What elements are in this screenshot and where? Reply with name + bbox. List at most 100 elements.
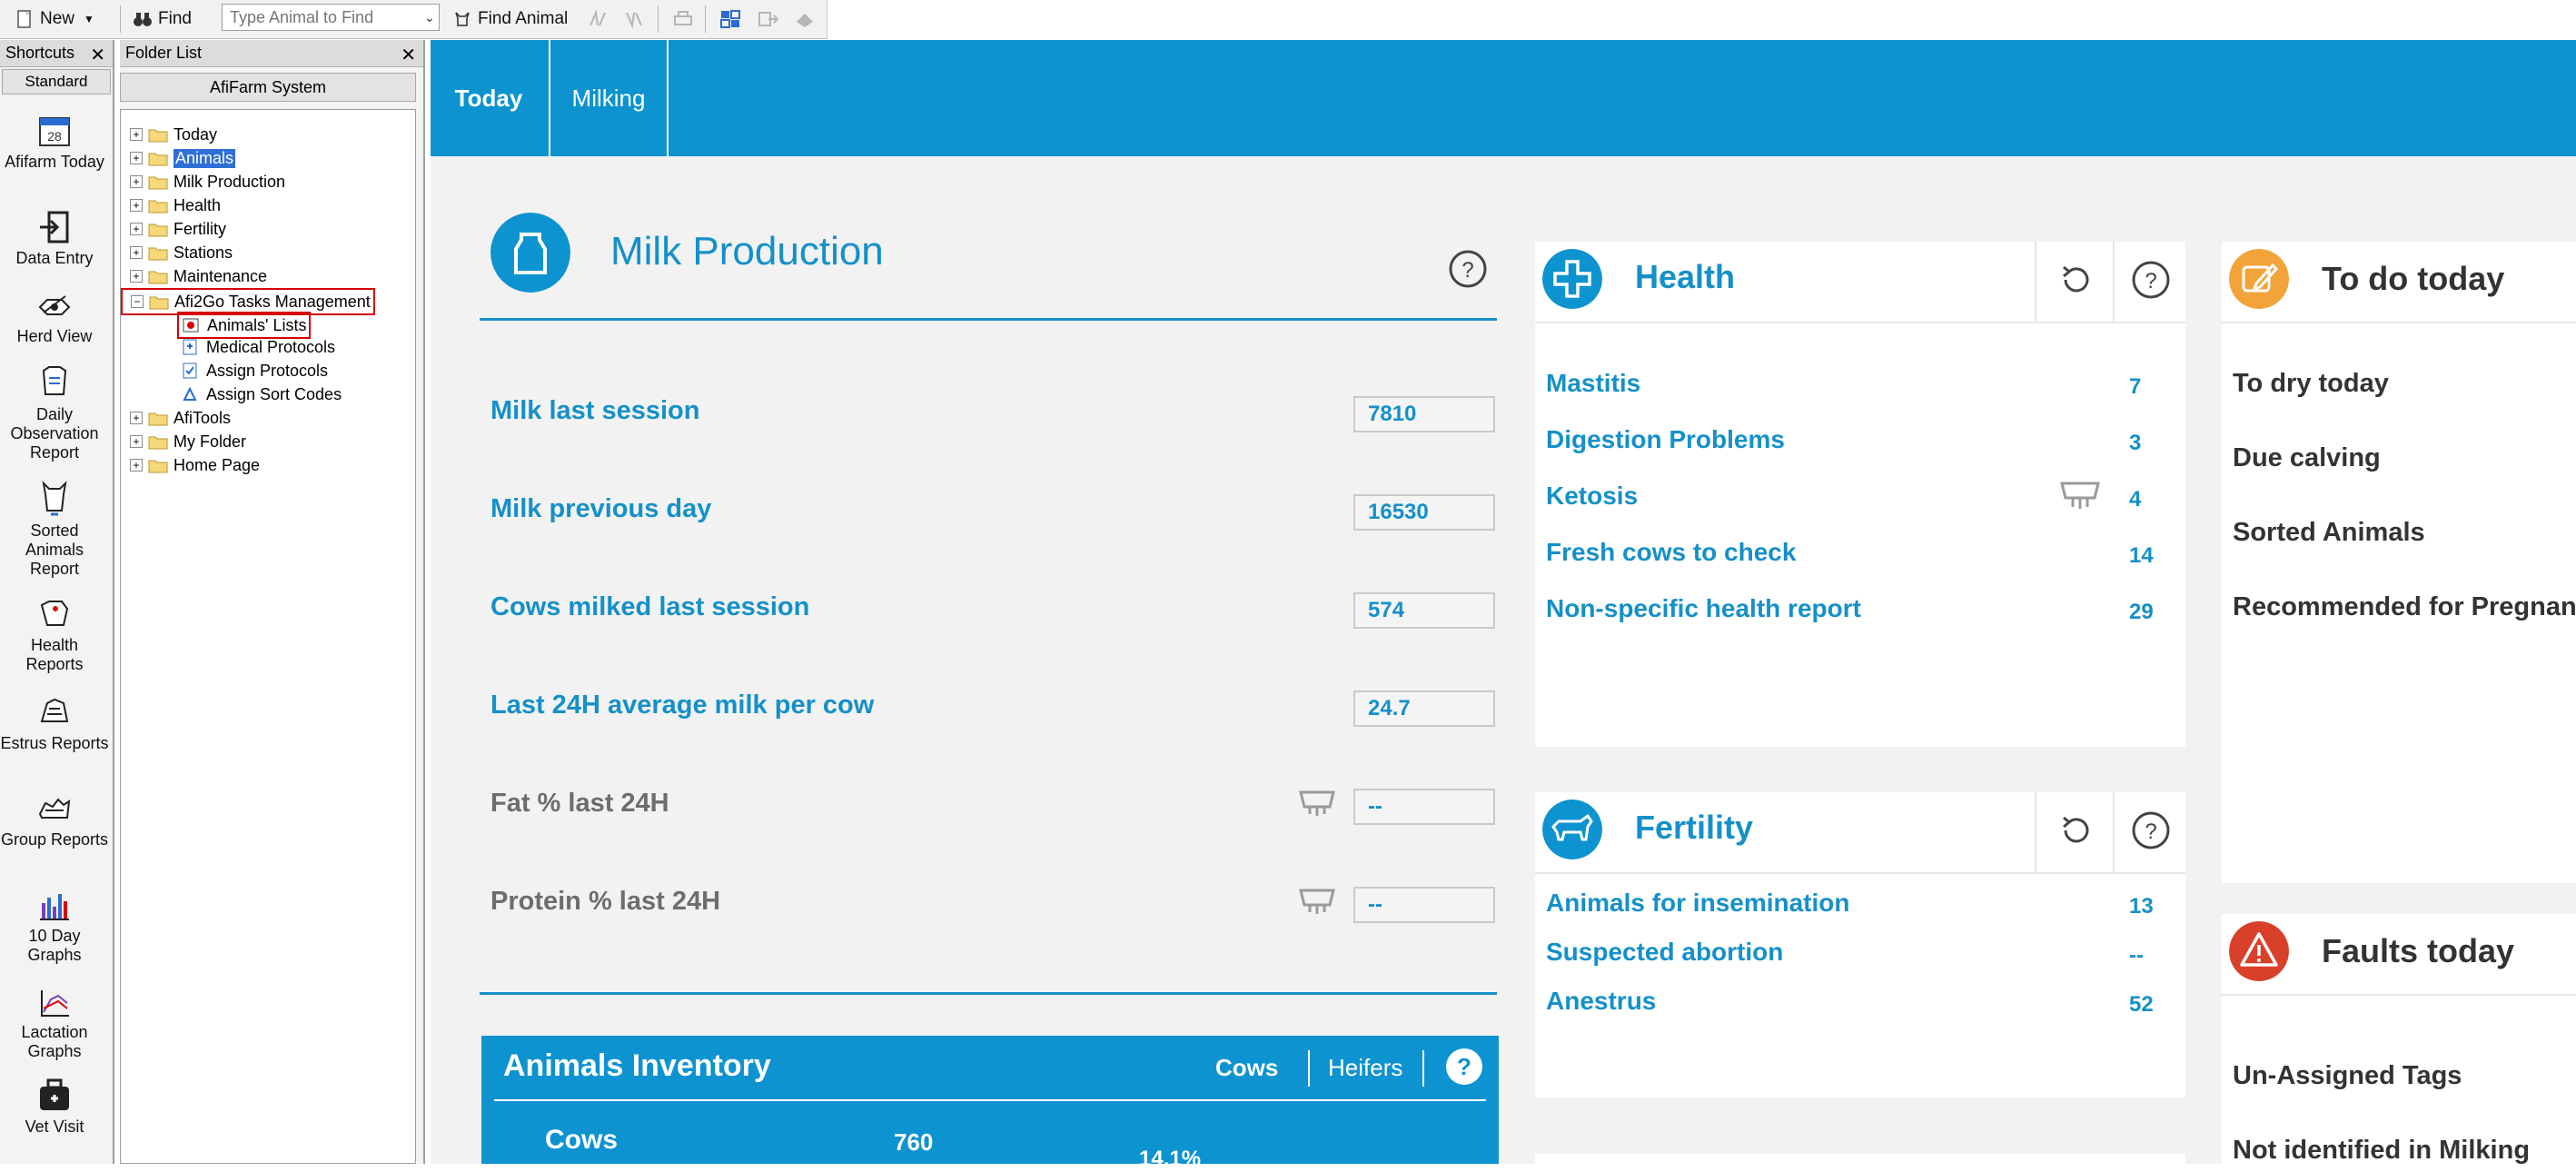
stamp-icon[interactable] [794,9,816,29]
open-folder-icon [149,296,169,309]
shortcut-10-day-graphs[interactable]: 10 Day Graphs [0,890,109,965]
tree-item-assign-sort-codes[interactable]: Assign Sort Codes [181,382,342,406]
help-icon[interactable]: ? [2131,260,2171,300]
tree-item-health[interactable]: + Health [130,194,221,217]
todo-row-dry[interactable]: To dry today [2233,369,2389,399]
health-value[interactable]: 7 [2129,374,2141,400]
shortcut-sorted-animals[interactable]: Sorted Animals Report [0,480,109,579]
tree-item-milk-production[interactable]: + Milk Production [130,170,285,194]
tab-milking[interactable]: Milking [550,40,667,156]
tree-item-medical-protocols[interactable]: Medical Protocols [181,335,335,359]
expand-icon[interactable]: + [130,152,143,164]
tree-item-my-folder[interactable]: + My Folder [130,430,246,453]
previous-animal-icon[interactable] [587,9,609,29]
expand-icon[interactable]: + [130,270,143,283]
shortcut-lactation-graphs[interactable]: Lactation Graphs [0,987,109,1061]
expand-icon[interactable]: + [130,199,143,212]
tree-item-maintenance[interactable]: + Maintenance [130,264,267,288]
folder-icon [148,460,168,472]
tree-item-fertility[interactable]: + Fertility [130,217,226,241]
health-row-fresh-cows[interactable]: Fresh cows to check [1546,538,1796,567]
chevron-down-icon[interactable]: ▼ [84,13,94,25]
header-divider [2035,792,2036,872]
health-value[interactable]: 4 [2129,487,2141,512]
shortcut-vet-visit[interactable]: Vet Visit [0,1076,109,1137]
tree-item-label: Afi2Go Tasks Management [174,292,371,311]
fertility-row-anestrus[interactable]: Anestrus [1546,987,1656,1016]
shortcut-herd-view[interactable]: Herd View [0,287,109,346]
close-icon[interactable]: ✕ [401,44,416,66]
tab-label: Today [454,84,523,112]
animal-search-input[interactable] [222,4,440,31]
inventory-tab-cows[interactable]: Cows [1215,1054,1278,1082]
group-reports-icon [38,798,71,819]
shortcut-daily-observation[interactable]: Daily Observation Report [0,363,109,462]
expand-icon[interactable]: + [130,459,143,472]
health-value[interactable]: 29 [2129,600,2154,625]
fault-row-unassigned-tags[interactable]: Un-Assigned Tags [2233,1061,2462,1091]
new-button[interactable]: New ▼ [15,4,94,35]
tree-item-today[interactable]: + Today [130,123,217,146]
expand-icon[interactable]: + [130,246,143,259]
new-document-icon [17,10,31,28]
tree-item-animals[interactable]: + Animals [130,146,236,170]
health-value[interactable]: 14 [2129,543,2154,569]
health-row-mastitis[interactable]: Mastitis [1546,369,1640,398]
tree-item-assign-protocols[interactable]: Assign Protocols [181,359,328,382]
fertility-value[interactable]: 52 [2129,992,2154,1018]
expand-icon[interactable]: + [130,412,143,424]
fertility-row-abortion[interactable]: Suspected abortion [1546,938,1783,967]
shortcut-data-entry[interactable]: Data Entry [0,209,109,268]
health-row-non-specific[interactable]: Non-specific health report [1546,594,1861,623]
fertility-row-insemination[interactable]: Animals for insemination [1546,889,1850,918]
expand-icon[interactable]: + [130,223,143,235]
shortcut-health-reports[interactable]: Health Reports [0,596,109,674]
next-animal-icon[interactable] [623,9,645,29]
expand-icon[interactable]: + [130,175,143,188]
metric-value: 7810 [1353,396,1495,432]
fertility-value[interactable]: -- [2129,943,2144,968]
shortcut-estrus-reports[interactable]: Estrus Reports [0,694,109,753]
health-row-digestion[interactable]: Digestion Problems [1546,425,1785,454]
fertility-value[interactable]: 13 [2129,894,2154,919]
find-animal-button[interactable]: Find Animal [452,4,568,35]
help-icon[interactable]: ? [1444,1047,1484,1087]
fertility-title: Fertility [1635,809,1754,846]
help-icon[interactable]: ? [2131,810,2171,850]
metric-label: Fat % last 24H [490,789,669,818]
expand-icon[interactable]: + [130,128,143,141]
tree-item-stations[interactable]: + Stations [130,241,233,264]
export-icon[interactable] [758,9,779,29]
todo-row-sorted[interactable]: Sorted Animals [2233,518,2425,548]
group-view-icon[interactable] [719,9,741,29]
shortcut-afifarm-today[interactable]: 28 Afifarm Today [0,113,109,172]
fertility-card: Fertility ? Animals for insemination 13 … [1535,792,2185,1098]
fault-row-not-identified[interactable]: Not identified in Milking [2233,1136,2530,1166]
print-icon[interactable] [672,9,694,29]
collapse-icon[interactable]: − [131,295,144,308]
shortcuts-group-button[interactable]: Standard [2,69,111,94]
health-value[interactable]: 3 [2129,431,2141,456]
medical-cross-icon [1542,249,1602,309]
find-button[interactable]: Find [133,4,192,35]
help-icon[interactable]: ? [1448,249,1488,289]
folder-list-pane: Folder List ✕ AfiFarm System + Today + A… [120,40,425,1164]
todo-row-pregnancy[interactable]: Recommended for Pregnan [2233,592,2576,622]
tab-today[interactable]: Today [431,40,547,156]
folder-root-header[interactable]: AfiFarm System [120,73,416,102]
tree-item-home-page[interactable]: + Home Page [130,453,260,477]
refresh-icon[interactable] [2056,810,2096,850]
todo-row-calving[interactable]: Due calving [2233,443,2381,473]
search-dropdown-chevron-icon[interactable]: ⌄ [420,5,440,30]
health-row-ketosis[interactable]: Ketosis [1546,482,1638,511]
refresh-icon[interactable] [2056,260,2096,300]
expand-icon[interactable]: + [130,435,143,448]
folder-icon [148,247,168,260]
metric-value: -- [1353,887,1495,923]
header-divider [2113,242,2115,322]
shortcut-group-reports[interactable]: Group Reports [0,790,109,849]
tree-item-afitools[interactable]: + AfiTools [130,406,231,430]
close-icon[interactable]: ✕ [90,44,105,66]
next-card [1535,1154,2185,1164]
inventory-tab-heifers[interactable]: Heifers [1328,1054,1402,1082]
